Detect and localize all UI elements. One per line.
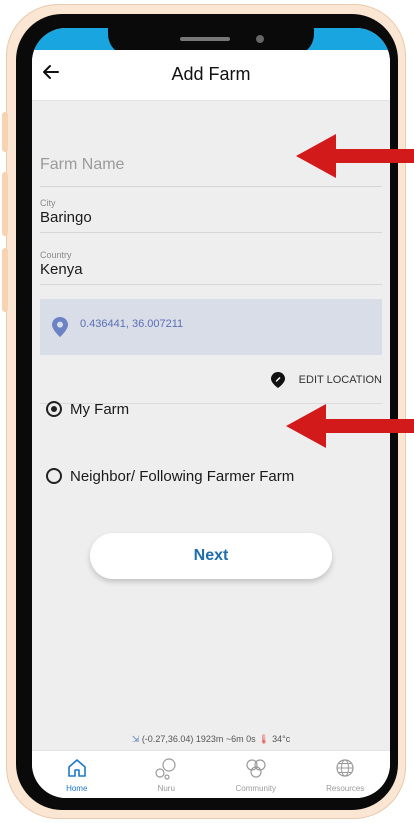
nav-item-home[interactable]: Home	[32, 751, 122, 798]
front-camera	[256, 35, 264, 43]
country-label: Country	[40, 250, 72, 260]
side-button	[2, 112, 8, 152]
edit-location-button[interactable]: EDIT LOCATION	[270, 369, 382, 391]
nav-item-nuru[interactable]: Nuru	[122, 751, 212, 798]
edit-location-label: EDIT LOCATION	[298, 374, 382, 386]
page-title: Add Farm	[171, 64, 251, 84]
bottom-nav: Home Nuru Community Resources	[32, 750, 390, 798]
volume-button	[2, 248, 8, 312]
community-icon	[246, 759, 266, 778]
radio-label: My Farm	[70, 400, 130, 418]
red-arrow-icon	[286, 404, 414, 448]
country-field[interactable]: Country Kenya	[40, 248, 382, 285]
volume-button	[2, 172, 8, 236]
city-value: Baringo	[40, 209, 92, 226]
bubbles-icon	[155, 758, 176, 780]
speed-icon: ⇲	[131, 734, 140, 744]
radio-my-farm[interactable]: My Farm	[46, 399, 129, 419]
globe-icon	[336, 759, 354, 777]
nav-label: Home	[66, 784, 88, 793]
location-box[interactable]: 0.436441, 36.007211	[40, 299, 382, 355]
radio-selected[interactable]	[46, 401, 62, 417]
edit-pin-icon	[270, 372, 285, 388]
next-button[interactable]: Next	[90, 533, 332, 579]
red-arrow-icon	[296, 134, 414, 178]
app-bar: Add Farm	[32, 50, 390, 101]
radio-neighbor-farm[interactable]: Neighbor/ Following Farmer Farm	[46, 466, 294, 486]
status-line: ⇲ (-0.27,36.04) 1923m ~6m 0s 🌡 34°c	[32, 734, 390, 745]
radio-label: Neighbor/ Following Farmer Farm	[70, 467, 295, 485]
nav-label: Community	[235, 784, 276, 793]
radio-unselected[interactable]	[46, 468, 62, 484]
speaker-grille	[180, 37, 230, 41]
country-value: Kenya	[40, 261, 83, 278]
home-icon	[67, 759, 86, 777]
temperature-value: 34°c	[272, 734, 291, 744]
city-label: City	[40, 198, 56, 208]
nav-item-resources[interactable]: Resources	[301, 751, 391, 798]
thermometer-icon: 🌡	[258, 734, 270, 744]
location-pin-icon	[52, 317, 68, 337]
city-field[interactable]: City Baringo	[40, 196, 382, 233]
coordinates-text: 0.436441, 36.007211	[80, 318, 184, 330]
status-info: (-0.27,36.04) 1923m ~6m 0s	[141, 734, 256, 744]
nav-item-community[interactable]: Community	[211, 751, 301, 798]
nav-label: Resources	[326, 784, 365, 793]
farm-name-placeholder: Farm Name	[40, 156, 125, 173]
nav-label: Nuru	[157, 784, 175, 793]
